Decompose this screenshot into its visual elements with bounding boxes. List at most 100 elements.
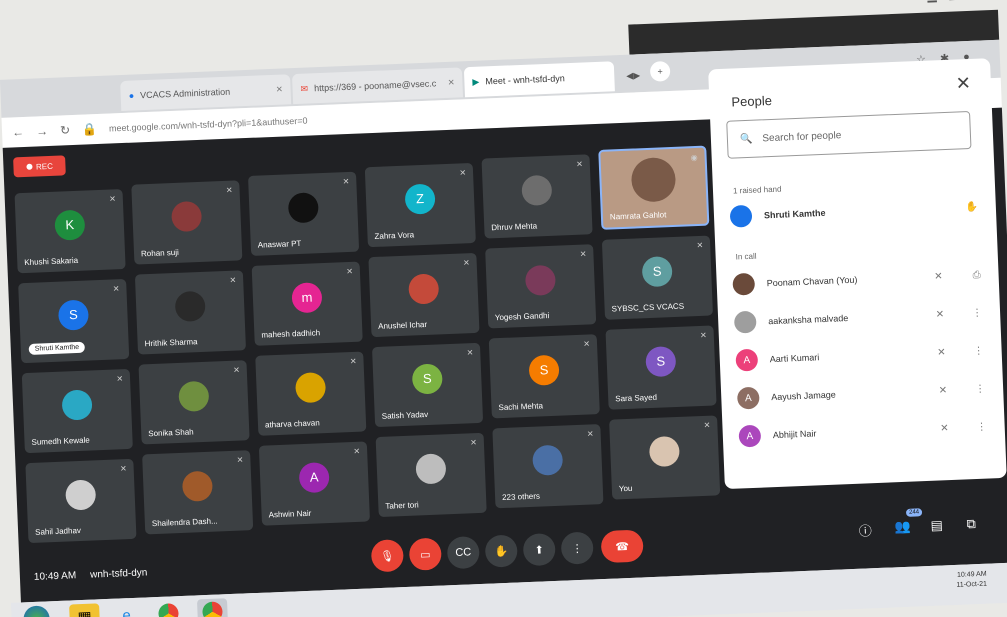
participant-name: Satish Yadav: [381, 409, 429, 421]
mic-muted-icon: ✕: [236, 455, 244, 465]
participant-row[interactable]: A Aayush Jamage ✕ ⋮: [736, 374, 994, 412]
participant-name: Aarti Kumari: [769, 352, 820, 365]
participant-tile[interactable]: You ✕: [609, 415, 721, 500]
participant-name: 223 others: [501, 491, 541, 503]
raised-hand-row[interactable]: Shruti Kamthe ✋: [729, 192, 986, 230]
participant-tile[interactable]: atharva chavan ✕: [255, 351, 367, 436]
mic-off-button[interactable]: 🎙: [370, 539, 404, 573]
mic-muted-icon: ✕: [586, 429, 594, 439]
search-placeholder: Search for people: [762, 129, 842, 144]
mic-muted-icon: ✕: [349, 356, 357, 367]
mail-icon: ✉: [300, 83, 309, 94]
participant-tile[interactable]: Anaswar PT ✕: [248, 171, 360, 256]
participant-tile[interactable]: Rohan suji ✕: [131, 180, 243, 265]
more-vert-icon[interactable]: ⋮: [973, 345, 983, 356]
back-icon[interactable]: ←: [12, 125, 25, 139]
maximize-icon[interactable]: ▢: [946, 0, 958, 2]
chat-icon[interactable]: ▤: [930, 517, 943, 533]
avatar: S: [57, 299, 90, 331]
avatar: [648, 435, 680, 467]
new-tab-button[interactable]: +: [649, 60, 671, 82]
raised-hand-name: Shruti Kamthe: [763, 207, 826, 221]
avatar: m: [291, 281, 323, 313]
activities-icon[interactable]: ⧉: [966, 516, 976, 532]
chrome-active-icon[interactable]: [196, 598, 228, 617]
participant-name: Sumedh Kewale: [31, 435, 90, 447]
more-vert-icon[interactable]: ⋮: [976, 421, 986, 432]
avatar: [174, 290, 206, 322]
participant-tile[interactable]: A Ashwin Nair ✕: [258, 441, 370, 526]
people-search-input[interactable]: 🔍 Search for people: [726, 110, 972, 159]
more-options-button[interactable]: ⋮: [560, 531, 594, 565]
participant-tile[interactable]: S Sara Sayed ✕: [605, 325, 717, 410]
participant-row[interactable]: aakanksha malvade ✕ ⋮: [733, 298, 991, 336]
raised-hand-chip: Shruti Kamthe: [28, 341, 86, 355]
more-vert-icon[interactable]: ⋮: [972, 307, 982, 318]
participant-tile[interactable]: S Sachi Mehta ✕: [488, 334, 600, 419]
captions-button[interactable]: CC: [446, 536, 480, 570]
participant-name: Abhijit Nair: [772, 428, 817, 441]
participant-row[interactable]: A Abhijit Nair ✕ ⋮: [738, 412, 995, 450]
mic-muted-icon: ✕: [459, 168, 467, 178]
info-icon[interactable]: ⓘ: [858, 520, 872, 540]
camera-off-button[interactable]: ▭: [408, 537, 442, 571]
mic-muted-icon: ✕: [703, 420, 711, 430]
start-button[interactable]: [23, 605, 51, 617]
participant-tile[interactable]: S SYBSC_CS VCACS ✕: [601, 235, 713, 320]
tab-vcacs[interactable]: ● VCACS Administration ×: [120, 74, 292, 112]
people-icon[interactable]: 👥: [894, 519, 911, 536]
participant-tile[interactable]: 223 others ✕: [492, 424, 604, 509]
more-vert-icon[interactable]: ⋮: [975, 383, 985, 394]
mic-muted-icon: ✕: [696, 240, 704, 251]
participant-row[interactable]: Poonam Chavan (You) ✕ ⎙: [732, 260, 989, 298]
participant-tile[interactable]: Sumedh Kewale ✕: [21, 368, 133, 454]
chrome-icon[interactable]: [153, 600, 184, 617]
leave-call-button[interactable]: ☎: [600, 529, 644, 564]
url-field[interactable]: meet.google.com/wnh-tsfd-dyn?pli=1&authu…: [109, 116, 308, 134]
close-tab-icon[interactable]: ×: [448, 77, 455, 89]
participant-name: atharva chavan: [264, 418, 320, 430]
participant-tile[interactable]: S ✕ Shruti Kamthe: [18, 278, 130, 364]
avatar: S: [411, 362, 443, 395]
close-icon[interactable]: ✕: [955, 73, 971, 95]
participant-tile[interactable]: Yogesh Gandhi ✕: [485, 244, 597, 329]
file-explorer-icon[interactable]: ▦: [69, 603, 101, 617]
participant-tile[interactable]: m mahesh dadhich ✕: [251, 261, 363, 346]
ie-icon[interactable]: e: [111, 602, 142, 617]
forward-icon[interactable]: →: [36, 124, 49, 138]
mic-muted-icon: ✕: [353, 446, 361, 456]
participant-row[interactable]: A Aarti Kumari ✕ ⋮: [735, 336, 992, 374]
camera-off-icon: ▭: [419, 548, 431, 561]
tab-meet[interactable]: ▶ Meet - wnh-tsfd-dyn: [463, 61, 615, 98]
participant-tile[interactable]: Namrata Gahlot ◉: [598, 145, 710, 230]
participant-tile[interactable]: K Khushi Sakaria ✕: [14, 189, 126, 274]
avatar: A: [298, 461, 330, 493]
close-tab-icon[interactable]: ×: [276, 84, 283, 96]
present-button[interactable]: ⬆: [522, 532, 556, 567]
captions-icon: CC: [455, 546, 472, 559]
hand-icon[interactable]: ✋: [965, 201, 978, 212]
raise-hand-button[interactable]: ✋: [484, 534, 518, 568]
mic-muted-icon: ✕: [466, 348, 474, 358]
participant-tile[interactable]: Taher tori ✕: [375, 432, 487, 518]
participant-tile[interactable]: Shailendra Dash... ✕: [142, 450, 254, 535]
participant-tile[interactable]: Hrithik Sharma ✕: [134, 270, 247, 355]
in-call-header: In call: [735, 251, 757, 262]
lock-icon: 🔒: [81, 122, 98, 137]
tab-mail[interactable]: ✉ https://369 - pooname@vsec.c ×: [291, 67, 464, 105]
participant-name: Anaswar PT: [257, 238, 302, 250]
avatar: [630, 157, 677, 203]
participant-tile[interactable]: Sonika Shah ✕: [138, 360, 250, 445]
participant-tile[interactable]: S Satish Yadav ✕: [371, 342, 484, 428]
mic-muted-icon: ✕: [699, 330, 707, 340]
avatar: [524, 264, 557, 296]
minimize-icon[interactable]: ▁: [927, 0, 937, 3]
tab-scroll[interactable]: ◀▶: [618, 60, 645, 91]
avatar: [532, 444, 564, 476]
reload-icon[interactable]: ↻: [60, 123, 71, 137]
pin-icon[interactable]: ⎙: [972, 269, 980, 280]
participant-tile[interactable]: Z Zahra Vora ✕: [364, 162, 476, 248]
participant-tile[interactable]: Dhruv Mehta ✕: [481, 154, 593, 239]
mic-muted-icon: ✕: [938, 384, 948, 396]
participant-tile[interactable]: Anushel Ichar ✕: [368, 252, 480, 338]
